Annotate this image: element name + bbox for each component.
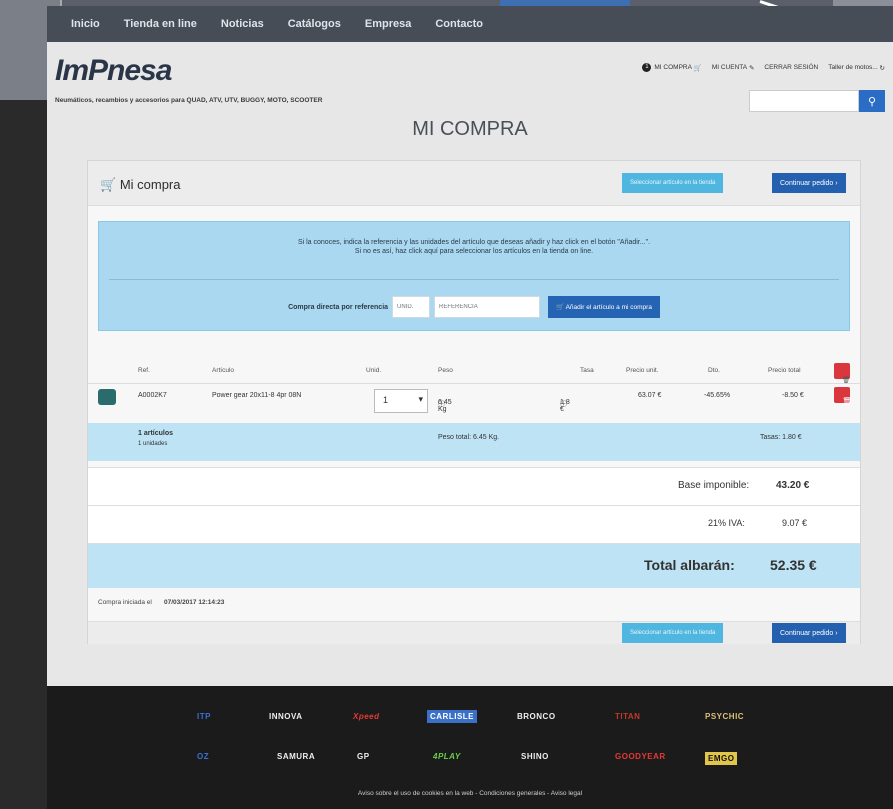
store-page: Inicio Tienda en line Noticias Catálogos… (47, 6, 893, 809)
wrench-icon: ✎ (748, 64, 755, 72)
table-row: A0002K7 Power gear 20x11-8 4pr 08N 1 ▾ ⓘ … (88, 385, 860, 421)
cart-icon: 🛒 (100, 177, 117, 192)
base-value: 43.20 € (776, 480, 810, 491)
chevron-down-icon: ▾ (418, 394, 423, 404)
panel-title: 🛒 Mi compra (100, 177, 181, 192)
summary-weight: Peso total: 6.45 Kg. (438, 434, 500, 441)
brand-logo[interactable]: CARLISLE (427, 710, 477, 723)
cart-icon: 🛒 (556, 304, 565, 311)
brand-logo[interactable]: INNOVA (269, 712, 303, 721)
chevron-right-icon: › (835, 179, 838, 187)
col-unit-price: Precio unit. (626, 367, 659, 374)
info-line-1: Si la conoces, indica la referencia y la… (297, 239, 651, 246)
direct-purchase-label: Compra directa por referencia (288, 303, 389, 311)
summary-taxes: Tasas: 1.80 € (760, 434, 802, 441)
cart-link[interactable]: 1 MI COMPRA 🛒 (642, 63, 702, 72)
brand-logo[interactable]: Xpeed (353, 712, 380, 721)
col-discount: Dto. (708, 367, 720, 374)
base-row: Base imponible: 43.20 € (88, 467, 860, 506)
info-line-2: Si no es así, haz click aquí para selecc… (354, 248, 594, 255)
cart-panel: 🛒 Mi compra Seleccionar artículo en la t… (87, 160, 861, 644)
info-box: Si la conoces, indica la referencia y la… (98, 221, 850, 331)
footer: ITP INNOVA Xpeed CARLISLE BRONCO TITAN P… (47, 686, 893, 809)
iva-value: 9.07 € (782, 518, 808, 528)
brand-logo[interactable]: GP (357, 752, 370, 761)
tagline: Neumáticos, recambios y accesorios para … (55, 97, 323, 104)
brand-logo[interactable]: SHINO (521, 752, 549, 761)
total-label: Total albarán: (644, 557, 735, 573)
logout-link[interactable]: CERRAR SESIÓN (764, 64, 818, 71)
nav-catalogos[interactable]: Catálogos (288, 18, 341, 30)
chevron-right-icon: › (835, 629, 838, 637)
row-discount: -45.65% (704, 392, 731, 399)
summary-units: 1 unidades (138, 441, 168, 447)
brand-logo[interactable]: EMGO (705, 752, 738, 765)
base-label: Base imponible: (678, 480, 750, 491)
brand-logo[interactable]: TITAN (615, 712, 640, 721)
page-title: MI COMPRA (412, 118, 528, 140)
user-name: Taller de motos... ↻ (828, 64, 885, 72)
cart-icon: 🛒 (693, 64, 702, 72)
brand-logo[interactable]: SAMURA (277, 752, 315, 761)
total-row: Total albarán: 52.35 € (88, 543, 860, 588)
col-total: Precio total (768, 367, 801, 374)
row-article[interactable]: Power gear 20x11-8 4pr 08N (212, 392, 301, 399)
panel-footer: Seleccionar artículo en la tienda Contin… (88, 621, 860, 644)
divider (109, 279, 839, 280)
row-unit-price: 63.07 € (638, 392, 662, 399)
top-nav: Inicio Tienda en line Noticias Catálogos… (47, 6, 893, 42)
search-button[interactable]: ⚲ (859, 90, 885, 112)
purchase-started-date: 07/03/2017 12:14:23 (164, 599, 225, 606)
brand-logo[interactable]: PSYCHIC (705, 712, 744, 721)
cart-count-badge: 1 (642, 63, 652, 72)
search-icon: ⚲ (867, 95, 877, 108)
nav-inicio[interactable]: Inicio (71, 18, 100, 30)
iva-row: 21% IVA: 9.07 € (88, 505, 860, 544)
purchase-started: Compra iniciada el 07/03/2017 12:14:23 (98, 599, 225, 606)
trash-icon: 🗑 (842, 397, 853, 406)
search-input[interactable] (749, 90, 859, 112)
col-article: Artículo (212, 367, 235, 374)
nav-empresa[interactable]: Empresa (365, 18, 411, 30)
summary-articles: 1 artículos (138, 430, 174, 437)
search: ⚲ (749, 90, 885, 112)
brand-logo[interactable]: ITP (197, 712, 211, 721)
reference-input[interactable] (434, 296, 541, 318)
col-weight: Peso (438, 367, 453, 374)
legal-links[interactable]: Aviso sobre el uso de cookies en la web … (47, 790, 893, 797)
account-link[interactable]: MI CUENTA ✎ (712, 64, 755, 72)
select-article-button[interactable]: Seleccionar artículo en la tienda (622, 173, 724, 193)
col-tax: Tasa (580, 367, 594, 374)
continue-order-button-bottom[interactable]: Continuar pedido › (772, 623, 846, 643)
brand-logo[interactable]: BRONCO (517, 712, 556, 721)
summary-row: 1 artículos 1 unidades Peso total: 6.45 … (88, 423, 860, 461)
col-unid: Unid. (366, 367, 382, 374)
user-bar: 1 MI COMPRA 🛒 MI CUENTA ✎ CERRAR SESIÓN T… (632, 63, 885, 72)
brand-logo[interactable]: OZ (197, 752, 209, 761)
units-input[interactable] (392, 296, 431, 318)
continue-order-button[interactable]: Continuar pedido › (772, 173, 846, 193)
direct-purchase-form: Compra directa por referencia 🛒 Añadir e… (99, 296, 849, 318)
iva-label: 21% IVA: (708, 518, 745, 528)
nav-noticias[interactable]: Noticias (221, 18, 264, 30)
logo[interactable]: ImPnesa (55, 54, 172, 88)
product-thumbnail[interactable] (98, 389, 116, 405)
delete-row-button[interactable]: 🗑 (834, 387, 852, 406)
refresh-icon: ↻ (879, 64, 885, 72)
delete-all-button[interactable]: 🗑 (834, 363, 850, 384)
col-ref: Ref. (138, 367, 150, 374)
row-ref: A0002K7 (138, 392, 167, 399)
table-header: Ref. Artículo Unid. Peso Tasa Precio uni… (88, 357, 860, 384)
nav-contacto[interactable]: Contacto (435, 18, 483, 30)
brand-logo[interactable]: 4PLAY (433, 752, 461, 761)
row-total: -8.50 € (782, 392, 804, 399)
total-value: 52.35 € (770, 557, 817, 573)
select-article-button-bottom[interactable]: Seleccionar artículo en la tienda (622, 623, 724, 643)
panel-header: 🛒 Mi compra Seleccionar artículo en la t… (88, 161, 860, 206)
quantity-select[interactable]: 1 ▾ (374, 389, 428, 413)
nav-tienda[interactable]: Tienda en line (124, 18, 197, 30)
brand-logo[interactable]: GOODYEAR (615, 752, 666, 761)
add-article-button[interactable]: 🛒 Añadir el artículo a mi compra (548, 296, 660, 318)
